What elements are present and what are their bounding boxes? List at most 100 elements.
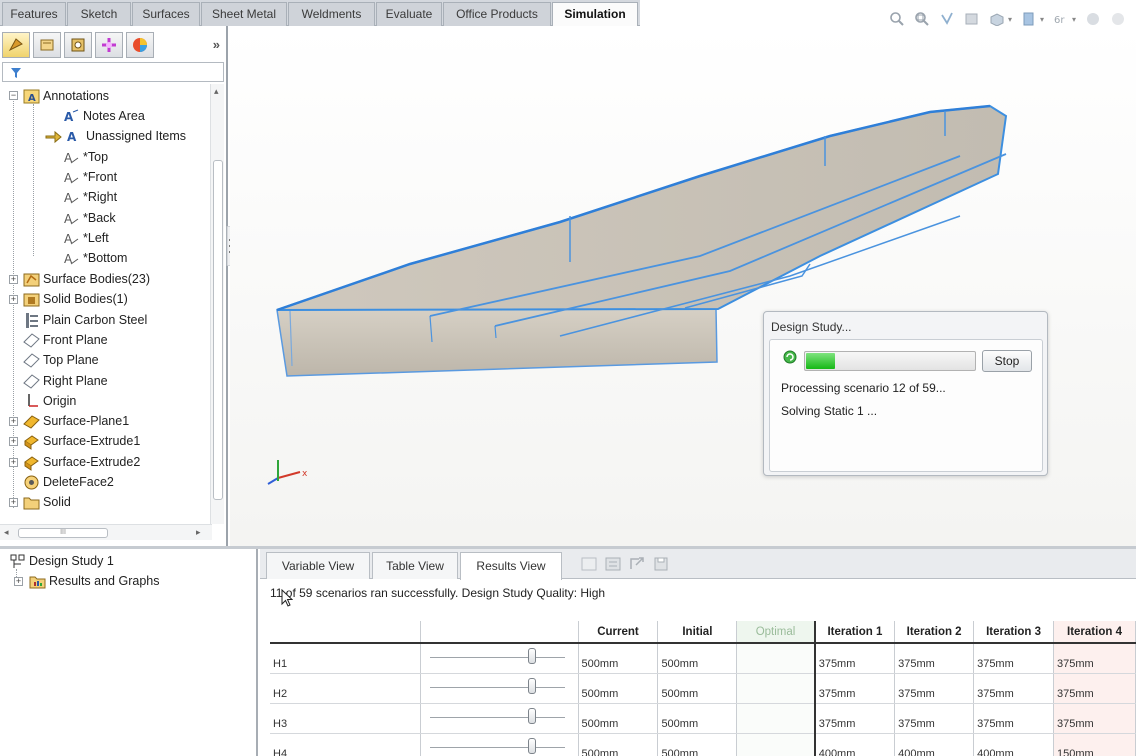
tab-results-view[interactable]: Results View bbox=[460, 552, 562, 580]
configuration-manager-tab[interactable] bbox=[64, 32, 92, 58]
tree-node-deleteface2[interactable]: DeleteFace2 bbox=[22, 472, 114, 492]
save-icon[interactable] bbox=[652, 555, 670, 573]
tab-office-products[interactable]: Office Products bbox=[443, 2, 551, 26]
expand-toggle[interactable]: + bbox=[9, 275, 18, 284]
scroll-up-icon[interactable]: ▴ bbox=[214, 86, 219, 97]
display-manager-tab[interactable] bbox=[126, 32, 154, 58]
tree-node-top-plane[interactable]: Top Plane bbox=[22, 350, 99, 370]
tree-node-left[interactable]: A *Left bbox=[62, 228, 109, 248]
settings-icon[interactable] bbox=[604, 555, 622, 573]
tree-node-surface-extrude2[interactable]: Surface-Extrude2 bbox=[22, 452, 140, 472]
tab-variable-view[interactable]: Variable View bbox=[266, 552, 370, 579]
table-row[interactable]: H3 500mm 500mm 375mm 375mm 375mm 375mm bbox=[270, 703, 1136, 734]
tree-node-origin[interactable]: Origin bbox=[22, 391, 76, 411]
tree-node-bottom[interactable]: A *Bottom bbox=[62, 248, 128, 268]
expand-toggle[interactable]: + bbox=[9, 437, 18, 446]
variable-name: H3 bbox=[270, 703, 422, 734]
apply-scene-icon[interactable] bbox=[1110, 11, 1126, 27]
feature-manager-tab[interactable] bbox=[2, 32, 30, 58]
tree-node-label: Top Plane bbox=[43, 353, 99, 367]
expand-toggle[interactable]: + bbox=[9, 458, 18, 467]
slider-thumb[interactable] bbox=[528, 648, 537, 664]
tab-evaluate[interactable]: Evaluate bbox=[376, 2, 442, 26]
previous-view-icon[interactable] bbox=[939, 11, 955, 27]
tree-node-front[interactable]: A *Front bbox=[62, 167, 118, 187]
configuration-manager-icon bbox=[71, 38, 85, 52]
scroll-right-icon[interactable]: ▸ bbox=[196, 527, 201, 538]
column-header-optimal: Optimal bbox=[736, 621, 816, 644]
tab-features[interactable]: Features bbox=[2, 2, 66, 26]
variable-slider[interactable] bbox=[420, 733, 579, 756]
scroll-left-icon[interactable]: ◂ bbox=[4, 527, 9, 538]
tree-node-top[interactable]: A *Top bbox=[62, 147, 109, 167]
zoom-to-area-icon[interactable] bbox=[914, 11, 930, 27]
zoom-to-fit-icon[interactable] bbox=[889, 11, 905, 27]
expand-toggle[interactable]: + bbox=[14, 577, 23, 586]
view-orientation-icon[interactable] bbox=[989, 11, 1005, 27]
column-header-iteration-4: Iteration 4 bbox=[1053, 621, 1136, 644]
tree-vertical-scrollbar[interactable]: ▴ bbox=[210, 84, 224, 524]
tree-node-label: *Bottom bbox=[83, 251, 128, 265]
initial-value: 500mm bbox=[657, 643, 738, 674]
variable-slider[interactable] bbox=[420, 673, 579, 704]
expand-toggle[interactable]: + bbox=[9, 417, 18, 426]
tree-horizontal-scrollbar[interactable]: ◂ III ▸ bbox=[0, 524, 212, 540]
tab-simulation[interactable]: Simulation bbox=[552, 2, 638, 27]
coordinate-triad: x bbox=[267, 460, 308, 485]
tree-node-solid[interactable]: Solid bbox=[22, 492, 71, 512]
table-row[interactable]: H1 500mm 500mm 375mm 375mm 375mm 375mm bbox=[270, 643, 1136, 674]
tree-node-surface-extrude1[interactable]: Surface-Extrude1 bbox=[22, 431, 140, 451]
tree-node-material[interactable]: Plain Carbon Steel bbox=[22, 310, 147, 330]
variable-slider[interactable] bbox=[420, 643, 579, 674]
table-row[interactable]: H4 500mm 500mm 400mm 400mm 400mm 150mm bbox=[270, 733, 1136, 756]
tree-node-back[interactable]: A *Back bbox=[62, 208, 116, 228]
iteration-2-value: 400mm bbox=[894, 733, 975, 756]
tab-sketch[interactable]: Sketch bbox=[67, 2, 131, 26]
display-style-icon[interactable] bbox=[1021, 11, 1037, 27]
property-manager-tab[interactable] bbox=[33, 32, 61, 58]
chevron-down-icon[interactable]: ▾ bbox=[1072, 15, 1076, 24]
column-header bbox=[420, 621, 579, 644]
section-view-icon[interactable] bbox=[964, 11, 980, 27]
slider-thumb[interactable] bbox=[528, 708, 537, 724]
chevron-down-icon[interactable]: ▾ bbox=[1040, 15, 1044, 24]
tree-node-label: Unassigned Items bbox=[86, 129, 187, 143]
variable-slider[interactable] bbox=[420, 703, 579, 734]
annotation-view-icon: A bbox=[62, 148, 80, 166]
export-icon[interactable] bbox=[628, 555, 646, 573]
stop-button[interactable]: Stop bbox=[982, 350, 1032, 372]
edit-appearance-icon[interactable] bbox=[1085, 11, 1101, 27]
tree-node-front-plane[interactable]: Front Plane bbox=[22, 330, 108, 350]
expand-toggle[interactable]: + bbox=[9, 498, 18, 507]
expand-toggle[interactable]: + bbox=[9, 295, 18, 304]
notes-area-icon: A bbox=[62, 107, 80, 125]
tree-filter-input[interactable] bbox=[2, 62, 224, 82]
tree-node-right[interactable]: A *Right bbox=[62, 187, 118, 207]
tab-surfaces[interactable]: Surfaces bbox=[132, 2, 200, 26]
study-tree-root[interactable]: Design Study 1 bbox=[8, 551, 114, 571]
tab-table-view[interactable]: Table View bbox=[372, 552, 458, 579]
tab-weldments[interactable]: Weldments bbox=[288, 2, 375, 26]
slider-thumb[interactable] bbox=[528, 738, 537, 754]
dimxpert-manager-tab[interactable] bbox=[95, 32, 123, 58]
scrollbar-thumb[interactable] bbox=[213, 160, 223, 500]
tree-node-right-plane[interactable]: Right Plane bbox=[22, 371, 108, 391]
tree-node-solid-bodies[interactable]: Solid Bodies(1) bbox=[22, 289, 128, 309]
tree-node-surface-plane1[interactable]: Surface-Plane1 bbox=[22, 411, 129, 431]
delete-face-icon bbox=[22, 473, 40, 491]
tree-node-notes-area[interactable]: A Notes Area bbox=[62, 106, 145, 126]
tree-node-unassigned-items[interactable]: A Unassigned Items bbox=[44, 126, 186, 146]
tree-node-surface-bodies[interactable]: Surface Bodies(23) bbox=[22, 269, 150, 289]
study-tree-results-and-graphs[interactable]: Results and Graphs bbox=[28, 571, 159, 591]
run-icon[interactable] bbox=[580, 555, 598, 573]
more-tabs-icon[interactable]: » bbox=[213, 37, 220, 52]
tab-sheet-metal[interactable]: Sheet Metal bbox=[201, 2, 287, 26]
scrollbar-thumb[interactable]: III bbox=[18, 528, 108, 538]
collapse-toggle[interactable]: − bbox=[9, 91, 18, 100]
tree-node-annotations[interactable]: A Annotations bbox=[22, 86, 109, 106]
table-row[interactable]: H2 500mm 500mm 375mm 375mm 375mm 375mm bbox=[270, 673, 1136, 704]
slider-thumb[interactable] bbox=[528, 678, 537, 694]
hide-show-items-icon[interactable]: 6r bbox=[1053, 11, 1069, 27]
chevron-down-icon[interactable]: ▾ bbox=[1008, 15, 1012, 24]
current-value: 500mm bbox=[578, 673, 659, 704]
